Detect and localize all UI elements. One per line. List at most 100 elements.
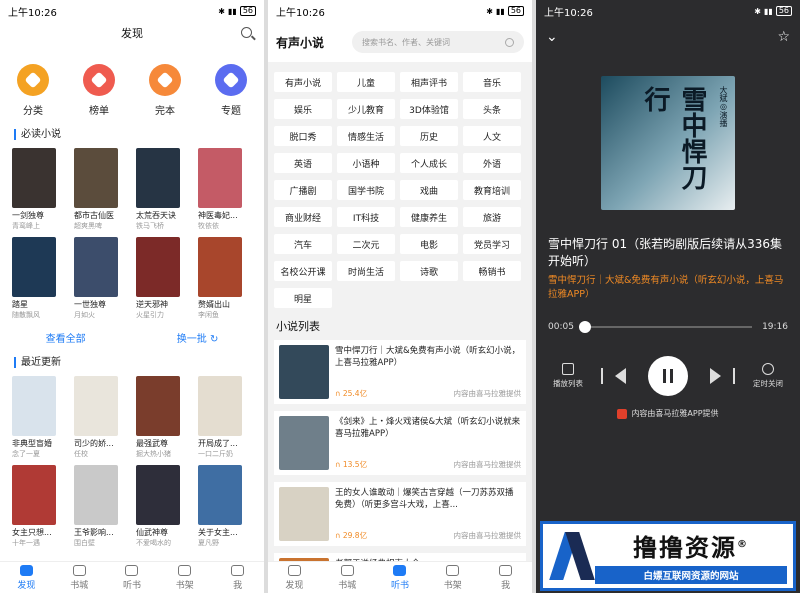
book-author: 念了一夏 (12, 450, 40, 458)
tab-0[interactable]: 发现 (268, 562, 321, 593)
category-chip[interactable]: IT科技 (337, 207, 395, 227)
book-cover (12, 148, 56, 208)
book-card[interactable]: 王爷影响... 围白壁 (74, 465, 120, 548)
book-card[interactable]: 神医毒妃... 牧依依 (198, 148, 244, 231)
category-chip[interactable]: 人文 (463, 126, 521, 146)
category-chip[interactable]: 二次元 (337, 234, 395, 254)
list-item[interactable]: 《剑来》上・烽火戏诸侯&大斌（听玄幻小说就来喜马拉雅APP） ∩ 13.5亿 内容由… (274, 411, 526, 475)
book-card[interactable]: 踏星 随散飘风 (12, 237, 58, 320)
category-chip[interactable]: 商业财经 (274, 207, 332, 227)
category-chip[interactable]: 明星 (274, 288, 332, 308)
category-chip[interactable]: 戏曲 (400, 180, 458, 200)
book-card[interactable]: 一世独尊 月如火 (74, 237, 120, 320)
list-item[interactable]: 王的女人谁敢动｜爆笑古言穿越（一刀苏苏双播免费）（听更多宫斗大戏，上喜... ∩ … (274, 482, 526, 546)
book-card[interactable]: 赘婿出山 李闲鱼 (198, 237, 244, 320)
category-chip[interactable]: 旅游 (463, 207, 521, 227)
category-item[interactable]: 完本 (140, 64, 190, 117)
clock-icon (762, 363, 774, 375)
tab-3[interactable]: 书架 (426, 562, 479, 593)
book-card[interactable]: 非典型盲婚 念了一夏 (12, 376, 58, 459)
book-title: 女主只想... (12, 528, 52, 537)
category-chip[interactable]: 儿童 (337, 72, 395, 92)
star-icon[interactable]: ☆ (777, 29, 790, 45)
category-chip[interactable]: 3D体验馆 (400, 99, 458, 119)
category-chip[interactable]: 党员学习 (463, 234, 521, 254)
category-chip[interactable]: 畅销书 (463, 261, 521, 281)
next-icon[interactable] (710, 368, 735, 384)
book-cover (136, 237, 180, 297)
refresh-link[interactable]: 换一批 ↻ (177, 330, 219, 345)
book-card[interactable]: 一剑独尊 青鸾峰上 (12, 148, 58, 231)
book-card[interactable]: 仙武神尊 不爱喝水的 (136, 465, 182, 548)
progress-knob[interactable] (578, 321, 591, 333)
category-chip[interactable]: 娱乐 (274, 99, 332, 119)
book-author: 夏凡野 (198, 539, 219, 547)
category-chip[interactable]: 诗歌 (400, 261, 458, 281)
tab-2[interactable]: 听书 (374, 562, 427, 593)
book-author: 不爱喝水的 (136, 539, 171, 547)
book-title: 太荒吞天诀 (136, 211, 176, 220)
category-chip[interactable]: 小语种 (337, 153, 395, 173)
track-title: 雪中悍刀行 01（张若昀剧版后续请从336集开始听） (548, 237, 782, 268)
tab-2[interactable]: 听书 (106, 562, 159, 593)
tab-1[interactable]: 书城 (321, 562, 374, 593)
book-cover (12, 237, 56, 297)
category-label: 分类 (23, 106, 43, 117)
book-card[interactable]: 司少的娇... 任校 (74, 376, 120, 459)
category-chip[interactable]: 有声小说 (274, 72, 332, 92)
progress-bar[interactable] (578, 321, 753, 333)
book-card[interactable]: 开局成了... 一口二斤奶 (198, 376, 244, 459)
album-link[interactable]: 雪中悍刀行｜大斌&免费有声小说（听玄幻小说，上喜马拉雅APP） (548, 274, 788, 302)
previous-icon[interactable] (601, 368, 626, 384)
list-item[interactable]: 雪中悍刀行｜大斌&免费有声小说（听玄幻小说，上喜马拉雅APP） ∩ 25.4亿 内容… (274, 340, 526, 404)
category-chip[interactable]: 健康养生 (400, 207, 458, 227)
book-author: 十年一遇 (12, 539, 40, 547)
category-item[interactable]: 分类 (8, 64, 58, 117)
category-chip[interactable]: 历史 (400, 126, 458, 146)
category-chip[interactable]: 相声评书 (400, 72, 458, 92)
category-item[interactable]: 专题 (206, 64, 256, 117)
pause-button[interactable] (648, 356, 688, 396)
category-chip[interactable]: 时尚生活 (337, 261, 395, 281)
category-chip[interactable]: 国学书院 (337, 180, 395, 200)
category-chip[interactable]: 英语 (274, 153, 332, 173)
book-card[interactable]: 关于女主... 夏凡野 (198, 465, 244, 548)
category-item[interactable]: 榜单 (74, 64, 124, 117)
search-icon[interactable] (241, 27, 252, 38)
category-chip[interactable]: 音乐 (463, 72, 521, 92)
category-chip[interactable]: 外语 (463, 153, 521, 173)
category-chip[interactable]: 头条 (463, 99, 521, 119)
view-all-link[interactable]: 查看全部 (46, 330, 86, 345)
tab-0[interactable]: 发现 (0, 562, 53, 593)
book-card[interactable]: 女主只想... 十年一遇 (12, 465, 58, 548)
watermark-main: 撸撸资源 (633, 534, 737, 562)
book-card[interactable]: 太荒吞天诀 铁马飞桥 (136, 148, 182, 231)
status-icons: ✱ ▮▮ 56 (218, 6, 256, 16)
category-chip[interactable]: 个人成长 (400, 153, 458, 173)
category-chip[interactable]: 汽车 (274, 234, 332, 254)
tab-4[interactable]: 我 (479, 562, 532, 593)
tab-4[interactable]: 我 (211, 562, 264, 593)
category-chip[interactable]: 脱口秀 (274, 126, 332, 146)
tab-label: 发现 (17, 580, 36, 591)
playlist-button[interactable]: 播放列表 (546, 363, 590, 389)
book-cover (74, 465, 118, 525)
category-chip[interactable]: 情感生活 (337, 126, 395, 146)
book-card[interactable]: 逆天邪神 火星引力 (136, 237, 182, 320)
category-chip[interactable]: 电影 (400, 234, 458, 254)
chevron-down-icon[interactable]: ⌄ (546, 29, 558, 45)
sleep-timer-button[interactable]: 定时关闭 (746, 363, 790, 389)
signal-icon: ▮▮ (496, 6, 505, 16)
category-chip[interactable]: 广播剧 (274, 180, 332, 200)
category-chip[interactable]: 少儿教育 (337, 99, 395, 119)
book-card[interactable]: 最强武尊 掘大热小猪 (136, 376, 182, 459)
category-chip[interactable]: 名校公开课 (274, 261, 332, 281)
book-author: 青鸾峰上 (12, 222, 40, 230)
category-chip[interactable]: 教育培训 (463, 180, 521, 200)
tab-1[interactable]: 书城 (53, 562, 106, 593)
tab-3[interactable]: 书架 (158, 562, 211, 593)
search-input[interactable]: 搜索书名、作者、关键词 (352, 31, 524, 53)
book-card[interactable]: 都市古仙医 超爽黑啤 (74, 148, 120, 231)
book-author: 随散飘风 (12, 311, 40, 319)
category-label: 榜单 (89, 106, 109, 117)
